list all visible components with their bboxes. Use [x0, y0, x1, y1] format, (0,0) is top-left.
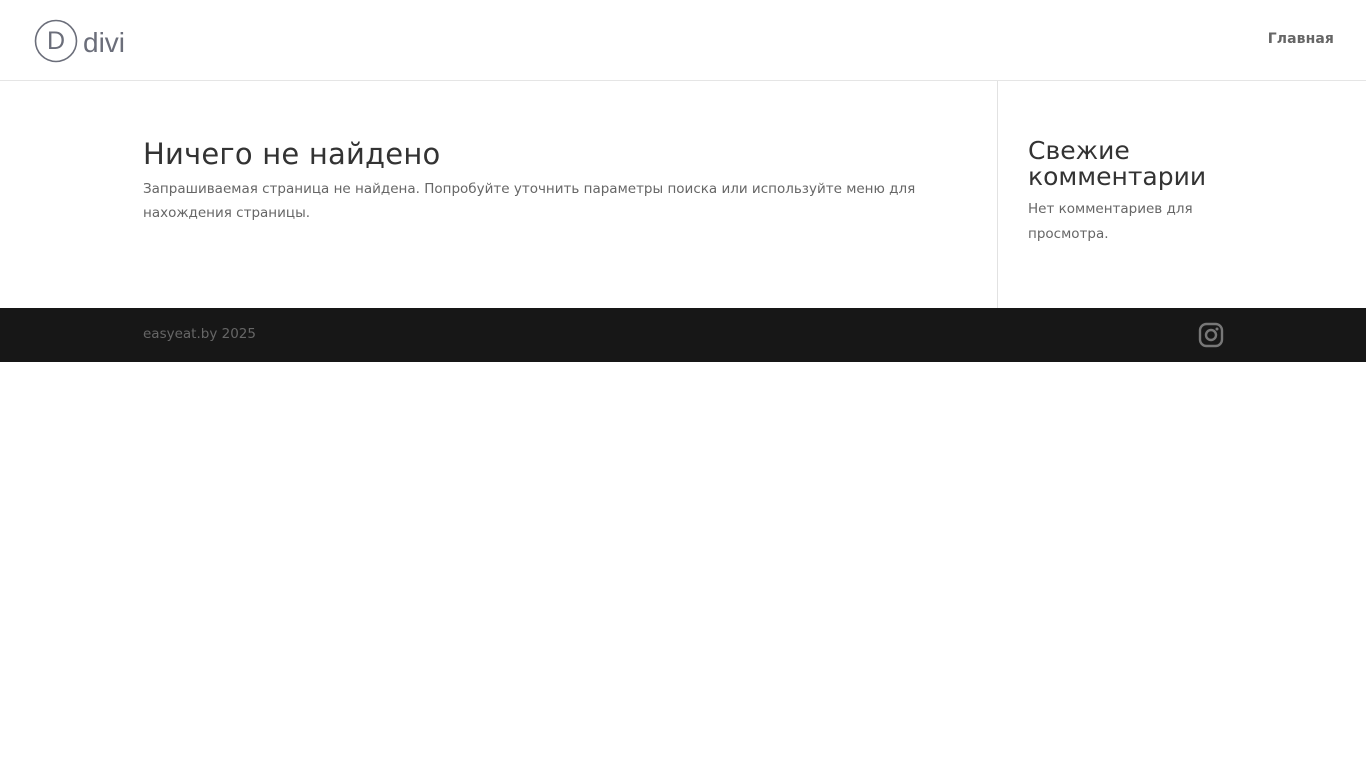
no-comments-text: Нет комментариев для просмотра.	[1028, 201, 1193, 242]
divi-logo[interactable]: D divi	[33, 18, 129, 64]
site-header: D divi Главная	[0, 0, 1366, 81]
main-area: Ничего не найдено Запрашиваемая страница…	[0, 81, 1366, 308]
instagram-icon	[1198, 322, 1224, 348]
logo-letter: D	[47, 27, 65, 55]
logo-text: divi	[83, 27, 125, 58]
nav-home-link[interactable]: Главная	[1268, 31, 1334, 47]
sidebar: Свежие комментарии Нет комментариев для …	[1028, 138, 1238, 247]
instagram-link[interactable]	[1197, 321, 1225, 349]
site-footer: easyeat.by 2025	[0, 308, 1366, 362]
not-found-message: Запрашиваемая страница не найдена. Попро…	[143, 181, 916, 221]
footer-credit: easyeat.by 2025	[143, 326, 256, 342]
recent-comments-title: Свежие комментарии	[1028, 136, 1207, 191]
sidebar-divider	[997, 81, 998, 308]
page-title: Ничего не найдено	[143, 137, 441, 171]
content-area: Ничего не найдено Запрашиваемая страница…	[143, 135, 923, 225]
